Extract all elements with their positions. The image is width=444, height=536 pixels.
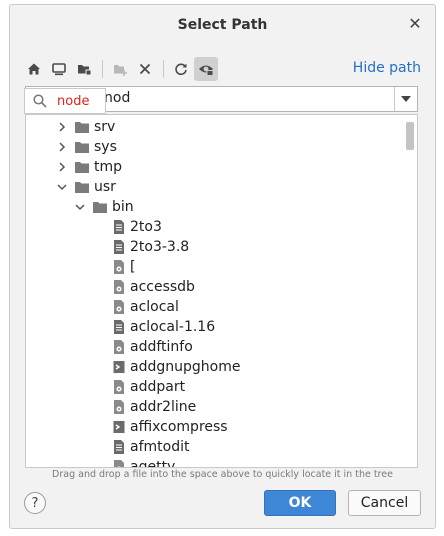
chevron-down-icon[interactable] <box>56 181 68 193</box>
script-file-icon <box>112 219 126 235</box>
tree-item-label: affixcompress <box>130 419 228 435</box>
executable-file-icon <box>112 299 126 315</box>
tree-item-label: srv <box>94 119 116 135</box>
tree-item-label: addpart <box>130 379 186 395</box>
drag-drop-hint: Drag and drop a file into the space abov… <box>52 469 393 480</box>
new-folder-icon[interactable] <box>108 57 132 81</box>
ok-button[interactable]: OK <box>264 490 336 516</box>
search-query: node <box>57 93 90 109</box>
script-file-icon <box>112 439 126 455</box>
scrollbar-thumb[interactable] <box>406 122 414 150</box>
toolbar-separator <box>163 60 164 78</box>
hide-path-link[interactable]: Hide path <box>353 60 421 76</box>
path-input[interactable]: nod <box>104 90 130 106</box>
executable-file-icon <box>112 459 126 467</box>
tree-item-label: tmp <box>94 159 123 175</box>
tree-item-label: 2to3-3.8 <box>130 239 190 255</box>
tree-folder-row[interactable]: sys <box>56 137 117 157</box>
tree-file-row[interactable]: afmtodit <box>112 437 189 457</box>
folder-icon <box>92 200 108 214</box>
tree-item-label: aclocal-1.16 <box>130 319 216 335</box>
tree-file-row[interactable]: 2to3-3.8 <box>112 237 189 257</box>
folder-icon <box>74 180 90 194</box>
help-button[interactable]: ? <box>24 492 46 514</box>
tree-item-label: [ <box>130 259 136 275</box>
dialog-title: Select Path <box>177 17 268 33</box>
tree-item-label: accessdb <box>130 279 195 295</box>
tree-file-row[interactable]: [ <box>112 257 135 277</box>
tree-item-label: usr <box>94 179 116 195</box>
tree-file-row[interactable]: affixcompress <box>112 417 228 437</box>
select-path-dialog: Select Path ✕ Hide path nod node srv sys… <box>9 4 436 529</box>
executable-file-icon <box>112 279 126 295</box>
toolbar-separator <box>102 60 103 78</box>
tree-item-label: addftinfo <box>130 339 193 355</box>
toolbar <box>22 57 219 81</box>
tree-folder-row[interactable]: bin <box>74 197 134 217</box>
tree-folder-row[interactable]: srv <box>56 117 115 137</box>
cancel-button[interactable]: Cancel <box>348 490 421 516</box>
chevron-right-icon[interactable] <box>56 121 68 133</box>
script-file-icon <box>112 239 126 255</box>
search-icon <box>33 94 47 108</box>
home-icon[interactable] <box>22 57 46 81</box>
tree-file-row[interactable]: addgnupghome <box>112 357 240 377</box>
close-icon[interactable]: ✕ <box>407 16 423 32</box>
folder-icon <box>74 120 90 134</box>
tree-item-label: aclocal <box>130 299 179 315</box>
tree-file-row[interactable]: addr2line <box>112 397 196 417</box>
chevron-down-icon[interactable] <box>74 201 86 213</box>
tree-item-label: afmtodit <box>130 439 190 455</box>
project-folder-icon[interactable] <box>72 57 96 81</box>
tree-file-row[interactable]: addpart <box>112 377 185 397</box>
executable-file-icon <box>112 259 126 275</box>
chevron-right-icon[interactable] <box>56 141 68 153</box>
desktop-icon[interactable] <box>47 57 71 81</box>
executable-file-icon <box>112 339 126 355</box>
tree-item-label: bin <box>112 199 134 215</box>
tree-file-row[interactable]: agetty <box>112 457 176 468</box>
folder-icon <box>74 140 90 154</box>
chevron-down-icon[interactable] <box>394 87 417 111</box>
script-file-icon <box>112 319 126 335</box>
show-hidden-icon[interactable] <box>194 57 218 81</box>
speed-search-popup: node <box>24 88 106 114</box>
tree-file-row[interactable]: accessdb <box>112 277 195 297</box>
tree-item-label: sys <box>94 139 117 155</box>
refresh-icon[interactable] <box>169 57 193 81</box>
tree-file-row[interactable]: 2to3 <box>112 217 162 237</box>
folder-icon <box>74 160 90 174</box>
file-tree[interactable]: srv sys tmp usr bin 2to3 2to3-3.8 [ accessdb aclo… <box>25 114 418 468</box>
tree-item-label: addgnupghome <box>130 359 241 375</box>
shell-script-icon <box>112 419 126 435</box>
shell-script-icon <box>112 359 126 375</box>
scrollbar[interactable] <box>403 115 417 467</box>
tree-file-row[interactable]: aclocal <box>112 297 179 317</box>
tree-item-label: agetty <box>130 459 176 468</box>
executable-file-icon <box>112 399 126 415</box>
tree-file-row[interactable]: aclocal-1.16 <box>112 317 215 337</box>
tree-item-label: 2to3 <box>130 219 162 235</box>
delete-icon[interactable] <box>133 57 157 81</box>
tree-item-label: addr2line <box>130 399 197 415</box>
title-bar: Select Path ✕ <box>10 5 435 45</box>
tree-file-row[interactable]: addftinfo <box>112 337 193 357</box>
chevron-right-icon[interactable] <box>56 161 68 173</box>
tree-folder-row[interactable]: usr <box>56 177 116 197</box>
executable-file-icon <box>112 379 126 395</box>
tree-folder-row[interactable]: tmp <box>56 157 122 177</box>
